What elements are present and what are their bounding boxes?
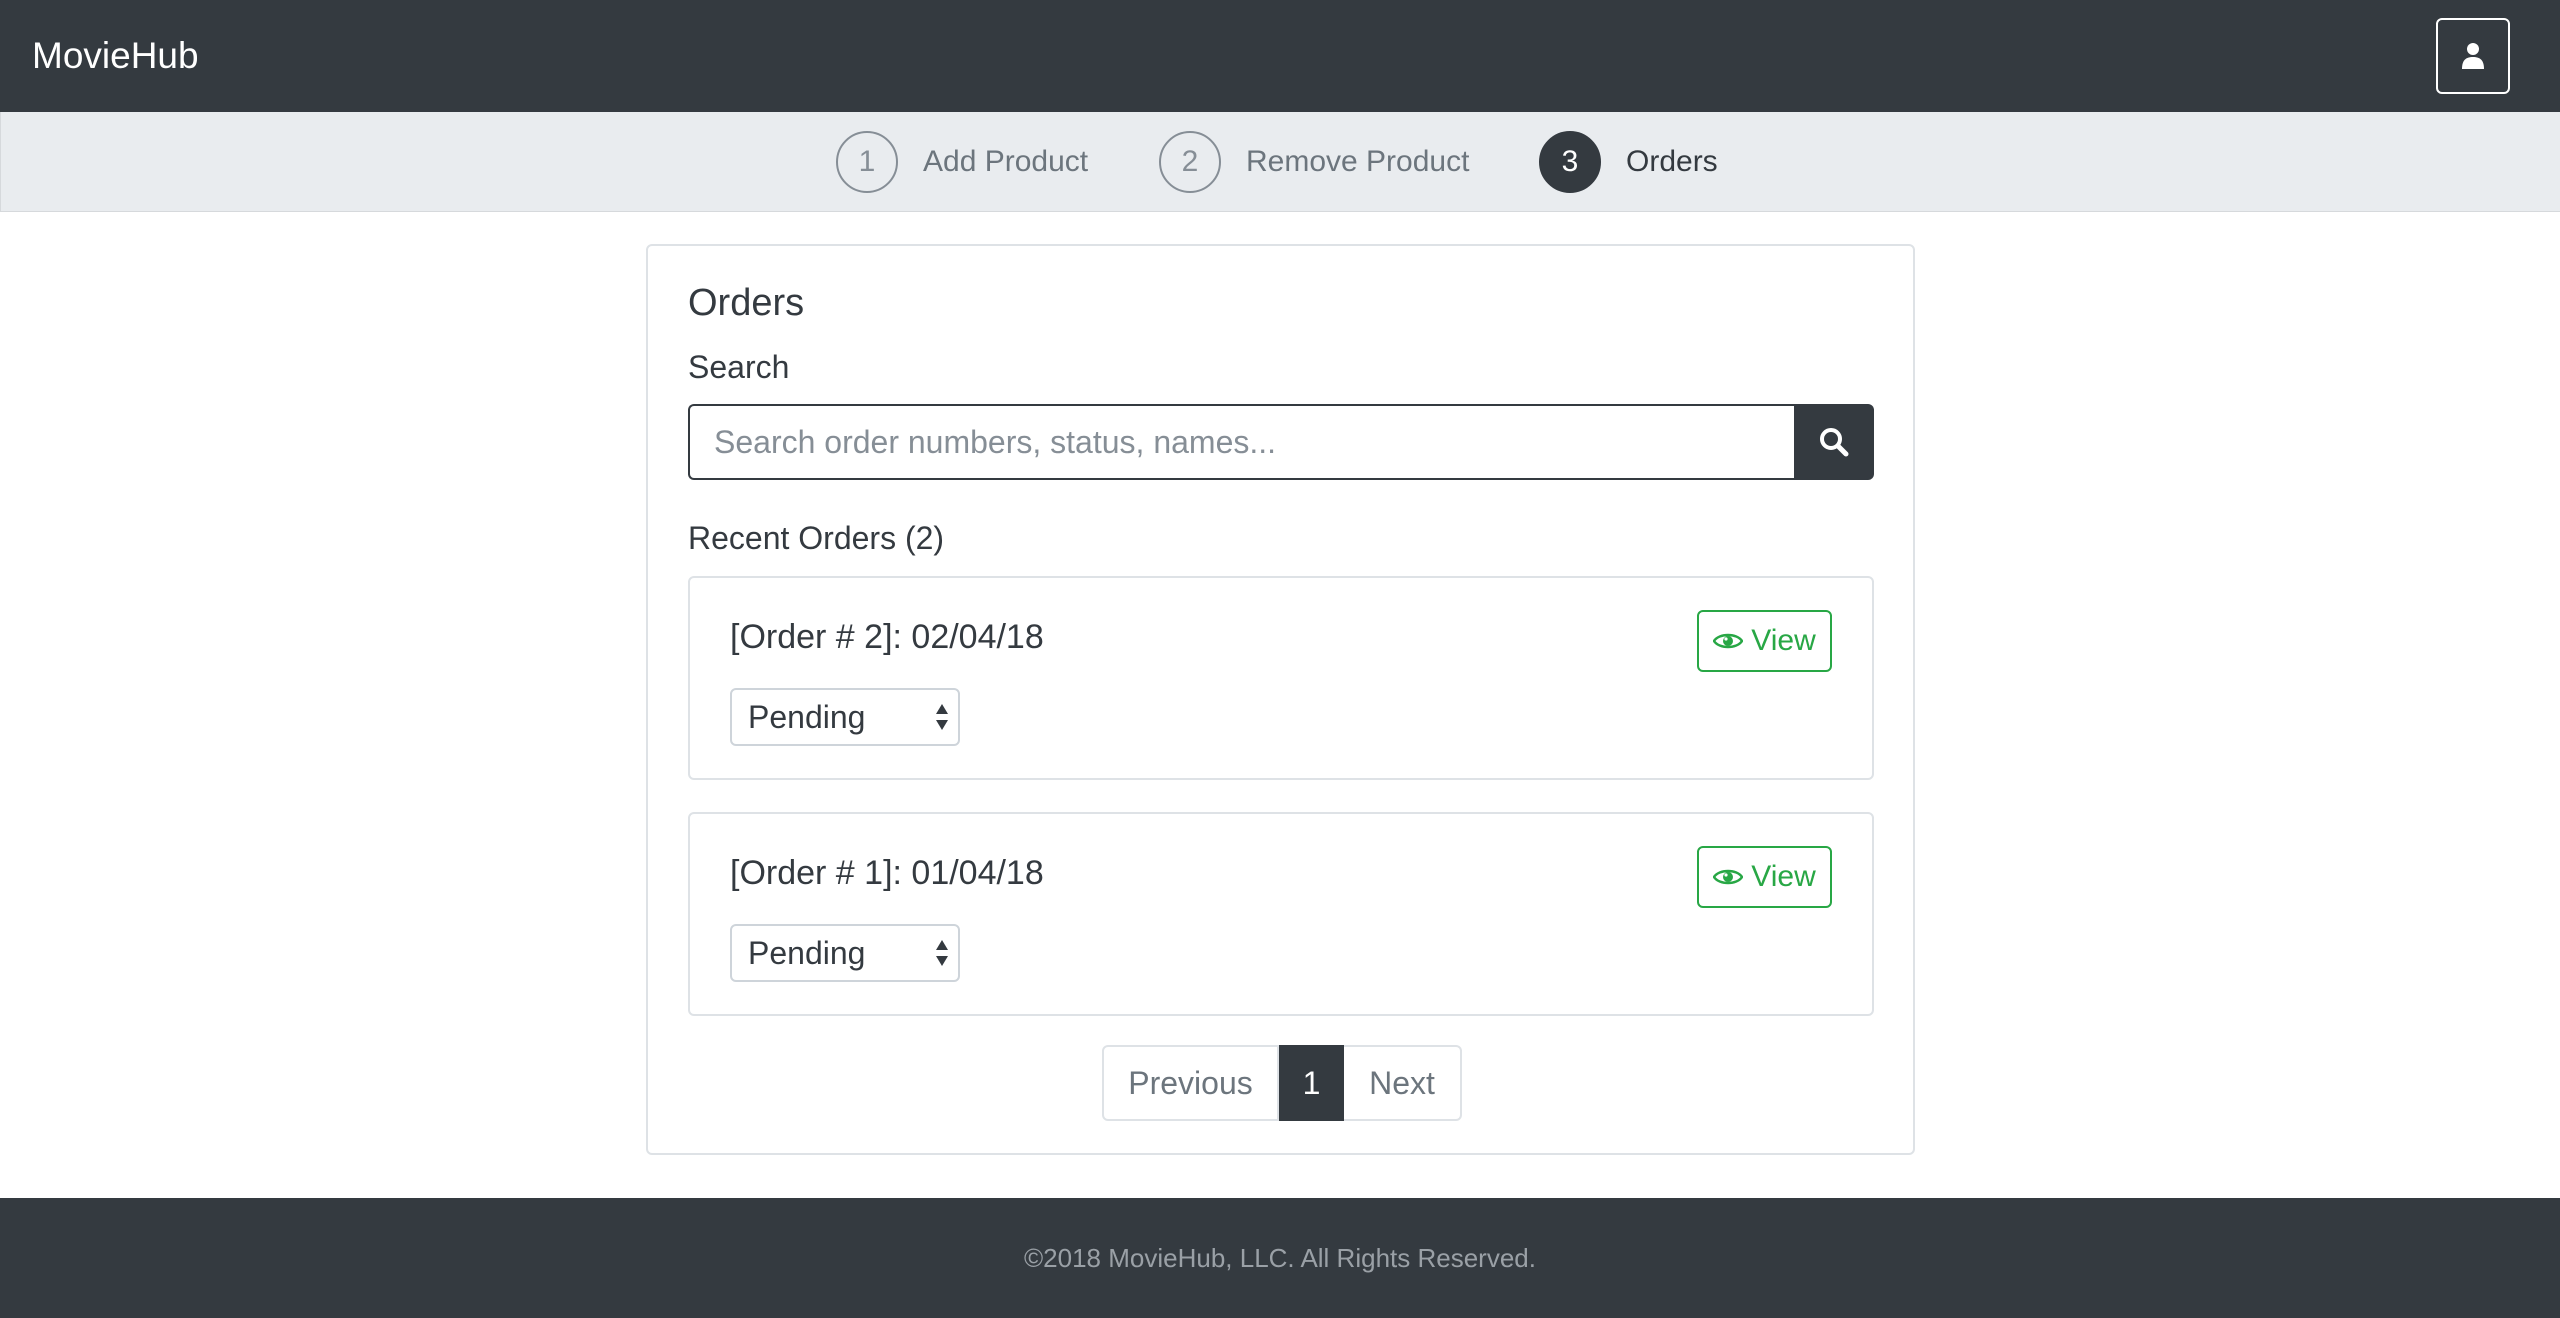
select-arrows-icon [936,704,948,730]
view-order-button[interactable]: View [1697,846,1832,908]
search-group [688,404,1874,480]
user-icon [2462,43,2484,69]
steps-bar: 1 Add Product 2 Remove Product 3 Orders [0,112,2560,212]
order-title: [Order # 1]: 01/04/18 [730,854,1044,892]
order-card: [Order # 2]: 02/04/18 Pending View [688,576,1874,780]
user-menu-button[interactable] [2436,18,2510,94]
step-add-product[interactable]: 1 Add Product [836,131,1088,193]
search-icon [1820,428,1849,457]
step-orders[interactable]: 3 Orders [1539,131,1718,193]
select-arrows-icon [936,940,948,966]
step-remove-product[interactable]: 2 Remove Product [1159,131,1469,193]
status-value: Pending [748,699,866,735]
step-number: 3 [1539,131,1601,193]
page-title: Orders [688,282,805,324]
recent-orders-title: Recent Orders (2) [688,520,945,556]
brand-logo[interactable]: MovieHub [32,0,199,112]
eye-icon [1713,633,1744,649]
copyright-text: ©2018 MovieHub, LLC. All Rights Reserved… [1024,1242,1536,1273]
search-button[interactable] [1794,404,1874,480]
eye-icon [1713,869,1744,885]
pagination: Previous 1 Next [1102,1045,1462,1121]
orders-card: Orders Search Recent Orders (2) [Order #… [646,244,1915,1155]
pagination-previous[interactable]: Previous [1102,1045,1279,1121]
step-label: Remove Product [1246,145,1470,178]
search-label: Search [688,349,790,385]
search-input[interactable] [688,404,1794,480]
step-label: Orders [1626,145,1718,178]
view-label: View [1751,624,1816,657]
footer: ©2018 MovieHub, LLC. All Rights Reserved… [0,1198,2560,1318]
step-number: 2 [1159,131,1221,193]
status-select[interactable]: Pending [730,924,960,982]
view-order-button[interactable]: View [1697,610,1832,672]
status-value: Pending [748,935,866,971]
step-number: 1 [836,131,898,193]
step-label: Add Product [923,145,1089,178]
view-label: View [1751,860,1816,893]
order-card: [Order # 1]: 01/04/18 Pending View [688,812,1874,1016]
top-navbar: MovieHub [0,0,2560,112]
order-title: [Order # 2]: 02/04/18 [730,618,1044,656]
pagination-page-1[interactable]: 1 [1279,1045,1344,1121]
pagination-next[interactable]: Next [1344,1045,1462,1121]
status-select[interactable]: Pending [730,688,960,746]
